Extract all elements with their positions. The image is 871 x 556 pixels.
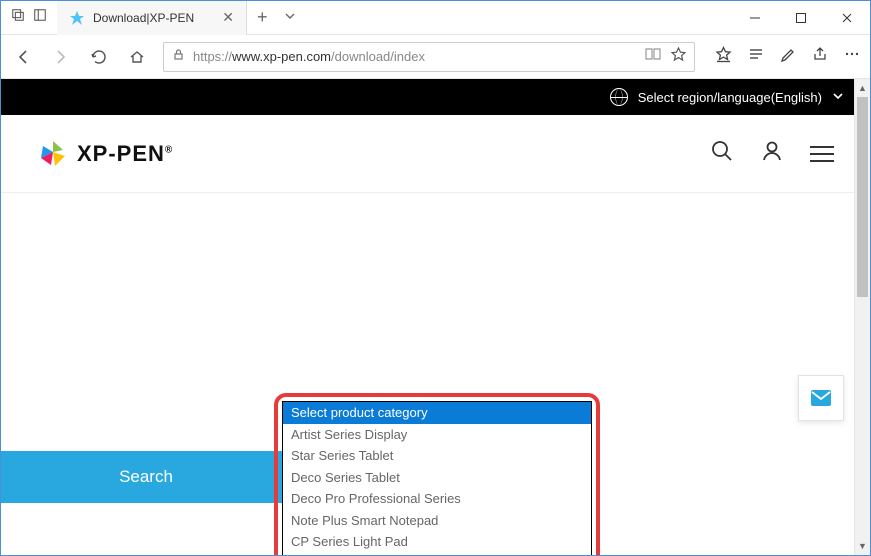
select-option[interactable]: Artist Series Display <box>283 424 591 446</box>
site-header: XP-PEN® <box>1 115 870 193</box>
notes-icon[interactable] <box>780 46 796 68</box>
reading-list-icon[interactable] <box>748 46 764 68</box>
scroll-thumb[interactable] <box>857 97 868 297</box>
close-icon[interactable]: ✕ <box>222 9 234 26</box>
favicon <box>69 10 85 26</box>
tab-controls <box>1 8 57 27</box>
toolbar-right <box>709 46 860 68</box>
reading-view-icon[interactable] <box>645 47 661 67</box>
select-option[interactable]: Note Plus Smart Notepad <box>283 510 591 532</box>
browser-titlebar: Download|XP-PEN ✕ + <box>1 1 870 35</box>
select-option[interactable]: Select product category <box>283 402 591 424</box>
category-select[interactable]: Select product categoryArtist Series Dis… <box>282 401 592 555</box>
lock-icon <box>172 48 185 66</box>
search-icon[interactable] <box>710 139 734 168</box>
logo-mark <box>37 138 69 170</box>
close-button[interactable] <box>824 1 870 35</box>
share-icon[interactable] <box>812 46 828 68</box>
tabs-overview-icon[interactable] <box>11 8 25 27</box>
region-label: Select region/language(English) <box>638 90 822 105</box>
scrollbar[interactable]: ▲ ▼ <box>854 79 870 555</box>
tab-title: Download|XP-PEN <box>93 11 194 25</box>
home-button[interactable] <box>125 45 149 69</box>
mail-button[interactable] <box>798 375 844 421</box>
account-icon[interactable] <box>760 139 784 168</box>
select-option[interactable]: Deco Pro Professional Series <box>283 488 591 510</box>
menu-icon[interactable] <box>810 146 834 162</box>
header-actions <box>710 139 834 168</box>
logo-text: XP-PEN® <box>77 141 173 167</box>
tab-aside-icon[interactable] <box>33 8 47 27</box>
tab-chevron-icon[interactable] <box>278 9 302 27</box>
back-button[interactable] <box>11 45 35 69</box>
window-controls <box>732 1 870 35</box>
forward-button[interactable] <box>49 45 73 69</box>
scroll-up-icon[interactable]: ▲ <box>855 79 870 97</box>
select-option[interactable]: Deco Series Tablet <box>283 467 591 489</box>
chevron-down-icon <box>832 90 844 105</box>
new-tab-button[interactable]: + <box>247 7 278 28</box>
page-content: Select region/language(English) XP-PEN® … <box>1 79 870 555</box>
browser-addressbar: https://www.xp-pen.com/download/index <box>1 35 870 79</box>
search-label: Search <box>119 467 173 487</box>
browser-tab[interactable]: Download|XP-PEN ✕ <box>57 1 247 35</box>
select-option[interactable]: AC Series <box>283 553 591 555</box>
region-bar[interactable]: Select region/language(English) <box>1 79 870 115</box>
refresh-button[interactable] <box>87 45 111 69</box>
select-option[interactable]: CP Series Light Pad <box>283 531 591 553</box>
url-text: https://www.xp-pen.com/download/index <box>193 49 637 64</box>
logo[interactable]: XP-PEN® <box>37 138 173 170</box>
favorites-icon[interactable] <box>715 46 732 68</box>
search-button[interactable]: Search <box>1 451 291 503</box>
scroll-down-icon[interactable]: ▼ <box>855 537 870 555</box>
select-option[interactable]: Star Series Tablet <box>283 445 591 467</box>
more-icon[interactable] <box>844 46 860 68</box>
favorite-icon[interactable] <box>671 47 686 67</box>
address-input[interactable]: https://www.xp-pen.com/download/index <box>163 42 695 72</box>
highlight-annotation: Select product categoryArtist Series Dis… <box>274 393 600 555</box>
maximize-button[interactable] <box>778 1 824 35</box>
minimize-button[interactable] <box>732 1 778 35</box>
globe-icon <box>610 88 628 106</box>
